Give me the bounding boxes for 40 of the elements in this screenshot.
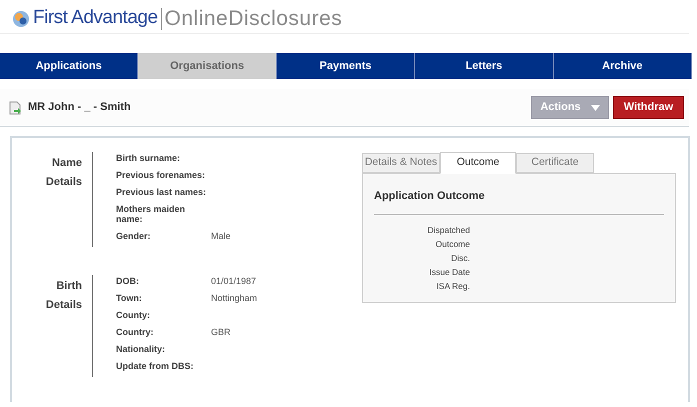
- section-title: Details: [44, 298, 82, 313]
- detail-tab[interactable]: Details & Notes: [362, 153, 440, 173]
- field-label: Update from DBS:: [116, 360, 195, 371]
- product-name: OnlineDisclosures: [164, 6, 342, 32]
- outcome-label: Outcome: [436, 238, 470, 250]
- section-title: Details: [44, 175, 82, 190]
- field-label: Mothers maiden name:: [116, 203, 186, 224]
- field-value: GBR: [211, 326, 231, 337]
- nav-tab[interactable]: Letters: [415, 53, 554, 79]
- field-label: Birth surname:: [116, 152, 182, 163]
- outcome-label: Issue Date: [429, 266, 470, 278]
- field-label: Gender:: [116, 230, 152, 241]
- field-label: Country:: [116, 326, 154, 337]
- withdraw-button[interactable]: Withdraw: [613, 96, 684, 119]
- outcome-label: ISA Reg.: [436, 280, 470, 292]
- nav-tab[interactable]: Applications: [0, 53, 138, 79]
- outcome-label: Disc.: [451, 252, 470, 264]
- applicant-name: MR John - _ - Smith: [28, 100, 131, 116]
- nav-tab[interactable]: Payments: [276, 53, 416, 79]
- field-value: Male: [211, 230, 231, 241]
- field-label: Town:: [116, 292, 143, 303]
- field-value: 01/01/1987: [211, 275, 256, 286]
- caret-icon: [590, 104, 600, 110]
- detail-tab[interactable]: Certificate: [516, 153, 594, 173]
- detail-tab[interactable]: Outcome: [440, 152, 516, 174]
- field-label: Previous forenames:: [116, 169, 206, 180]
- section-title: Birth: [55, 279, 82, 294]
- field-label: County:: [116, 309, 151, 320]
- section-title: Name: [51, 156, 82, 171]
- field-value: Nottingham: [211, 292, 258, 303]
- field-label: DOB:: [116, 275, 140, 286]
- field-label: Nationality:: [116, 343, 166, 354]
- outcome-heading: Application Outcome: [374, 188, 664, 214]
- outcome-label: Dispatched: [427, 224, 470, 236]
- brand-name: First Advantage: [33, 6, 158, 30]
- logo-icon: [12, 10, 30, 28]
- nav-tab[interactable]: Organisations: [138, 53, 277, 79]
- nav-tab[interactable]: Archive: [554, 53, 692, 79]
- document-icon: [9, 100, 22, 114]
- field-label: Previous last names:: [116, 186, 208, 197]
